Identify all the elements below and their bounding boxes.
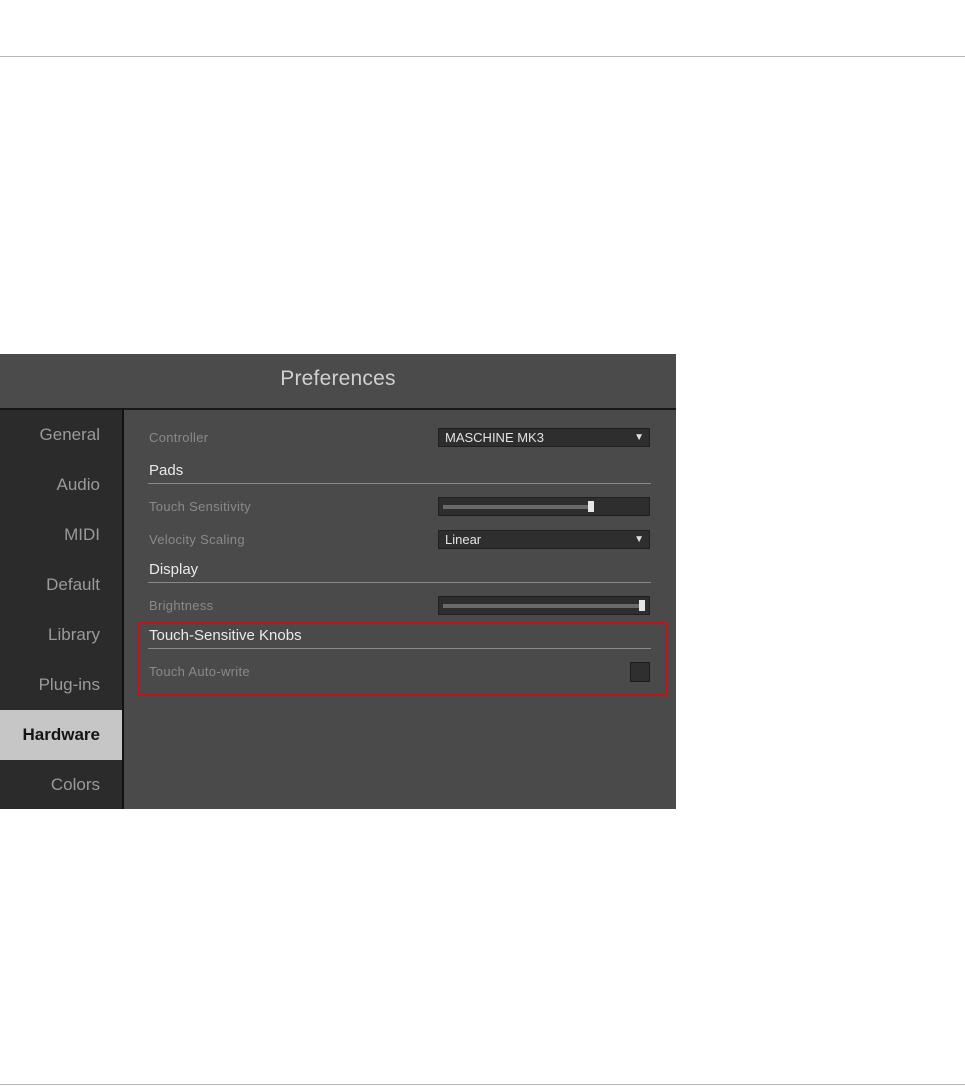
sidebar-item-midi[interactable]: MIDI: [0, 510, 122, 560]
sidebar-item-library[interactable]: Library: [0, 610, 122, 660]
preferences-window: Preferences General Audio MIDI Default L…: [0, 354, 676, 809]
window-title: Preferences: [280, 367, 396, 390]
brightness-track: [443, 604, 639, 608]
sidebar-item-general[interactable]: General: [0, 410, 122, 460]
brightness-slider[interactable]: [438, 596, 650, 615]
controller-value: MASCHINE MK3: [445, 430, 544, 445]
sidebar-item-hardware[interactable]: Hardware: [0, 710, 122, 760]
velocity-scaling-label: Velocity Scaling: [149, 532, 245, 547]
controller-dropdown[interactable]: MASCHINE MK3 ▼: [438, 428, 650, 447]
touch-sensitivity-handle[interactable]: [588, 501, 594, 512]
sidebar-item-colors[interactable]: Colors: [0, 760, 122, 809]
brightness-label: Brightness: [149, 598, 214, 613]
velocity-scaling-dropdown[interactable]: Linear ▼: [438, 530, 650, 549]
title-bar: Preferences: [0, 354, 676, 410]
velocity-scaling-value: Linear: [445, 532, 482, 547]
highlight-box: [137, 622, 667, 696]
brightness-handle[interactable]: [639, 600, 645, 611]
pads-divider: [148, 483, 651, 484]
touch-sensitivity-label: Touch Sensitivity: [149, 499, 251, 514]
pads-heading: Pads: [149, 462, 184, 479]
display-heading: Display: [149, 561, 199, 578]
sidebar-item-audio[interactable]: Audio: [0, 460, 122, 510]
display-divider: [148, 582, 651, 583]
triangle-down-icon: ▼: [634, 534, 644, 545]
page-bottom-rule: [0, 1084, 965, 1085]
triangle-down-icon: ▼: [634, 432, 644, 443]
touch-sensitivity-slider[interactable]: [438, 497, 650, 516]
controller-label: Controller: [149, 430, 209, 445]
sidebar-item-plug-ins[interactable]: Plug-ins: [0, 660, 122, 710]
sidebar-item-default[interactable]: Default: [0, 560, 122, 610]
page-top-rule: [0, 56, 965, 57]
touch-sensitivity-track: [443, 505, 588, 509]
preferences-sidebar: General Audio MIDI Default Library Plug-…: [0, 410, 124, 809]
hardware-settings-panel: Controller MASCHINE MK3 ▼ Pads Touch Sen…: [124, 410, 676, 809]
